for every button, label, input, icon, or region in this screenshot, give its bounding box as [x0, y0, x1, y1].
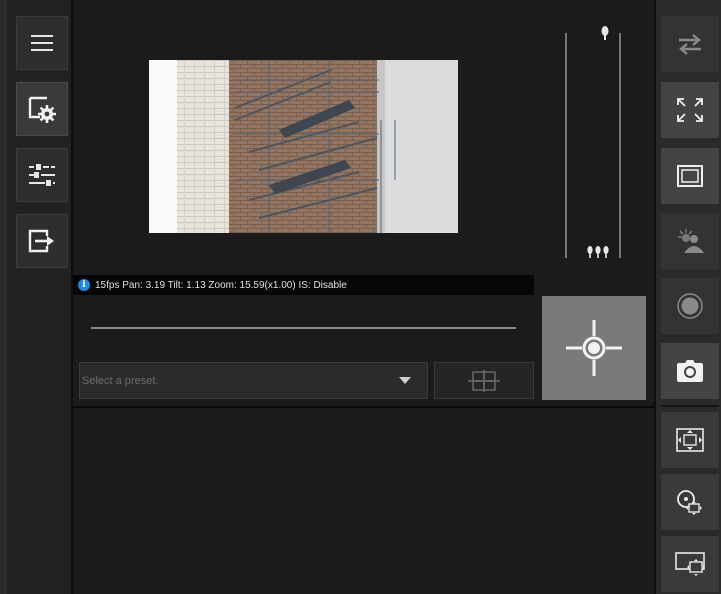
preset-placeholder: Select a preset. — [82, 374, 159, 387]
wide-trees-icon — [587, 246, 609, 258]
zoom-rail-right — [619, 33, 621, 258]
fullscreen-button[interactable] — [661, 82, 719, 138]
zoom-rail-left — [565, 33, 567, 258]
zoom-slider[interactable] — [565, 26, 621, 258]
window-edge — [0, 0, 7, 594]
camera-live-image — [149, 60, 458, 233]
section-divider — [73, 406, 654, 408]
status-text: 15fps Pan: 3.19 Tilt: 1.13 Zoom: 15.59(x… — [95, 279, 347, 291]
exit-button[interactable] — [16, 214, 68, 268]
home-position-button[interactable] — [542, 296, 646, 400]
exit-icon — [28, 229, 54, 253]
status-bar: i 15fps Pan: 3.19 Tilt: 1.13 Zoom: 15.59… — [73, 275, 534, 295]
smart-shade-icon — [678, 229, 704, 253]
menu-button[interactable] — [16, 16, 68, 70]
swap-arrows-icon — [679, 34, 701, 55]
click-zoom-button[interactable] — [661, 474, 719, 530]
focus-slider[interactable] — [91, 327, 516, 329]
video-frame[interactable] — [149, 60, 458, 233]
crosshair-target-icon — [566, 320, 622, 376]
sliders-icon — [29, 164, 55, 186]
info-icon: i — [78, 279, 90, 291]
video-area[interactable] — [73, 0, 654, 275]
preset-list-button[interactable] — [434, 362, 534, 399]
fullscreen-icon — [677, 98, 703, 122]
record-button[interactable] — [661, 278, 719, 334]
frame-icon — [677, 165, 703, 187]
menu-icon — [31, 35, 53, 51]
left-toolbar — [7, 0, 71, 594]
adjust-settings-button[interactable] — [16, 148, 68, 202]
snapshot-camera-icon — [677, 360, 703, 382]
tele-tree-icon — [601, 26, 609, 40]
grid-icon — [468, 369, 500, 392]
record-icon — [677, 293, 703, 319]
frame-button[interactable] — [661, 148, 719, 204]
fit-view-button[interactable] — [661, 412, 719, 468]
snapshot-button[interactable] — [661, 343, 719, 399]
settings-window-icon — [28, 96, 56, 123]
preset-select[interactable]: Select a preset. — [79, 362, 428, 399]
camera-settings-button[interactable] — [16, 82, 68, 136]
fit-view-icon — [676, 428, 704, 452]
click-zoom-icon — [677, 490, 702, 515]
right-toolbar — [656, 0, 721, 594]
area-zoom-icon — [675, 552, 705, 576]
area-zoom-button[interactable] — [661, 536, 719, 592]
chevron-down-icon — [399, 377, 411, 384]
toolbar-separator — [661, 405, 719, 407]
smart-shade-button[interactable] — [661, 213, 719, 269]
swap-button[interactable] — [661, 16, 719, 72]
main-panel: i 15fps Pan: 3.19 Tilt: 1.13 Zoom: 15.59… — [73, 0, 654, 594]
